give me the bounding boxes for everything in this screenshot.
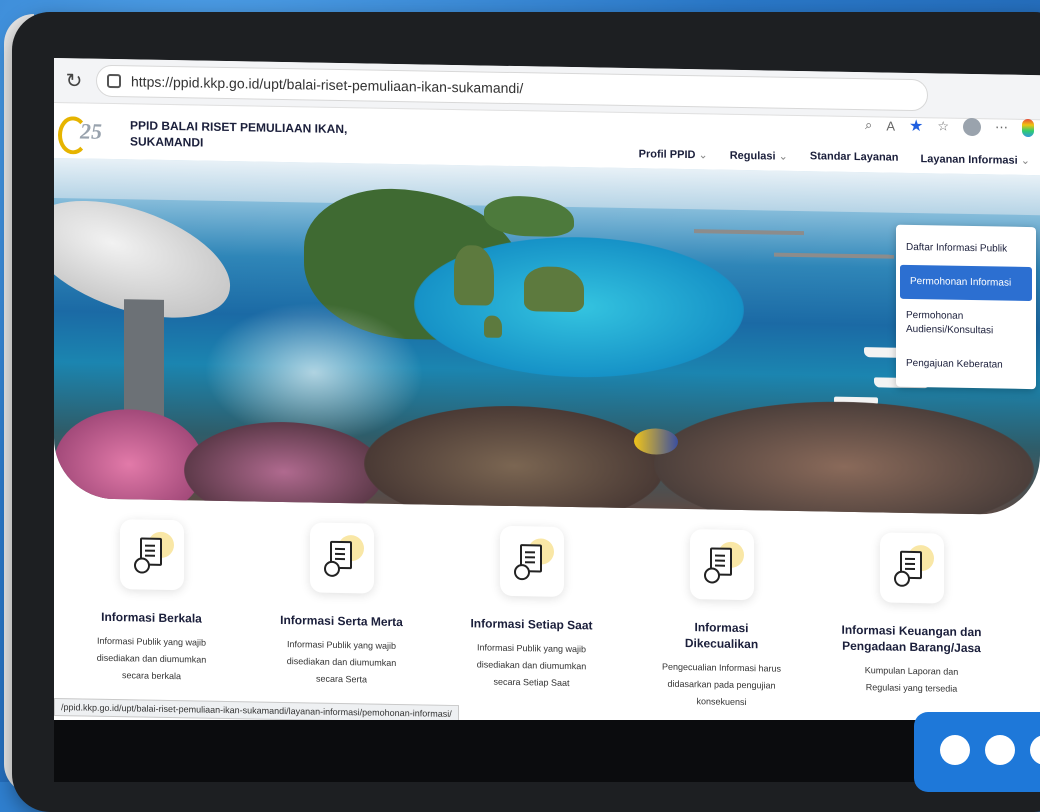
address-bar[interactable]: https://ppid.kkp.go.id/upt/balai-riset-p…	[96, 64, 928, 112]
site-logo[interactable]: 25	[58, 112, 118, 155]
card-informasi-keuangan[interactable]: Informasi Keuangan dan Pengadaan Barang/…	[819, 531, 1004, 715]
site-title[interactable]: PPID BALAI RISET PEMULIAAN IKAN, SUKAMAN…	[130, 117, 370, 153]
card-description: Kumpulan Laporan dan Regulasi yang terse…	[864, 665, 959, 694]
card-informasi-berkala[interactable]: Informasi Berkala Informasi Publik yang …	[59, 518, 244, 702]
nav-layanan-informasi[interactable]: Layanan Informasi	[921, 152, 1030, 167]
browser-tools: ⌕ A ★ ☆ ⋯	[865, 115, 1034, 138]
card-description: Informasi Publik yang wajib disediakan d…	[476, 642, 587, 688]
hero-rock	[524, 266, 584, 313]
copilot-icon[interactable]	[1022, 118, 1034, 138]
card-informasi-dikecualikan[interactable]: Informasi Dikecualikan Pengecualian Info…	[629, 528, 814, 712]
decorative-dot	[985, 735, 1015, 765]
main-nav: Profil PPID Regulasi Standar Layanan Lay…	[639, 147, 1030, 167]
hero-pier	[694, 229, 804, 236]
lock-icon	[107, 73, 121, 89]
hero-coral	[54, 408, 204, 516]
document-search-icon	[689, 529, 754, 601]
document-check-icon	[309, 522, 374, 594]
zoom-icon[interactable]: ⌕	[865, 117, 872, 133]
profile-avatar[interactable]	[963, 117, 981, 137]
card-informasi-serta-merta[interactable]: Informasi Serta Merta Informasi Publik y…	[249, 521, 434, 705]
dropdown-item-daftar-informasi-publik[interactable]: Daftar Informasi Publik	[896, 231, 1036, 267]
card-informasi-setiap-saat[interactable]: Informasi Setiap Saat Informasi Publik y…	[439, 525, 624, 709]
card-title: Informasi Dikecualikan	[684, 620, 759, 652]
hero-rock	[454, 244, 494, 306]
satellite-dish-stand	[124, 299, 164, 420]
document-edit-icon	[119, 519, 184, 591]
reload-icon[interactable]: ↻	[62, 68, 86, 93]
document-clock-icon	[499, 525, 564, 597]
laptop-bottom-bezel	[54, 720, 1040, 782]
favorite-star-icon[interactable]: ★	[909, 116, 923, 136]
card-title: Informasi Setiap Saat	[470, 616, 593, 633]
screen: ↻ https://ppid.kkp.go.id/upt/balai-riset…	[54, 58, 1040, 738]
decorative-dot	[940, 735, 970, 765]
url-text: https://ppid.kkp.go.id/upt/balai-riset-p…	[131, 73, 524, 97]
card-title: Informasi Berkala	[101, 609, 202, 626]
dropdown-item-permohonan-audiensi[interactable]: Permohonan Audiensi/Konsultasi	[896, 299, 1036, 349]
nav-regulasi[interactable]: Regulasi	[730, 149, 788, 163]
card-title: Informasi Keuangan dan Pengadaan Barang/…	[841, 622, 982, 656]
hero-rock	[484, 315, 502, 338]
card-description: Pengecualian Informasi harus didasarkan …	[661, 661, 782, 708]
hero-pier	[774, 252, 894, 259]
decorative-panel	[914, 712, 1040, 792]
info-cards: Informasi Berkala Informasi Publik yang …	[54, 518, 1040, 716]
hero-coral	[654, 398, 1034, 516]
dropdown-item-permohonan-informasi[interactable]: Permohonan Informasi	[900, 264, 1032, 302]
collections-icon[interactable]: ☆	[937, 118, 949, 134]
read-aloud-icon[interactable]: A	[886, 118, 895, 133]
hero-coral	[364, 403, 664, 516]
hero-fish	[634, 428, 678, 455]
nav-standar-layanan[interactable]: Standar Layanan	[810, 150, 899, 165]
dropdown-item-pengajuan-keberatan[interactable]: Pengajuan Keberatan	[896, 347, 1036, 383]
hero-banner	[54, 158, 1040, 516]
card-description: Informasi Publik yang wajib disediakan d…	[96, 635, 207, 682]
layanan-informasi-dropdown: Daftar Informasi Publik Permohonan Infor…	[896, 224, 1036, 390]
nav-profil-ppid[interactable]: Profil PPID	[639, 147, 708, 161]
card-title: Informasi Serta Merta	[280, 612, 403, 630]
card-description: Informasi Publik yang wajib disediakan d…	[286, 639, 397, 685]
more-icon[interactable]: ⋯	[995, 119, 1008, 135]
document-finance-icon	[879, 532, 944, 604]
